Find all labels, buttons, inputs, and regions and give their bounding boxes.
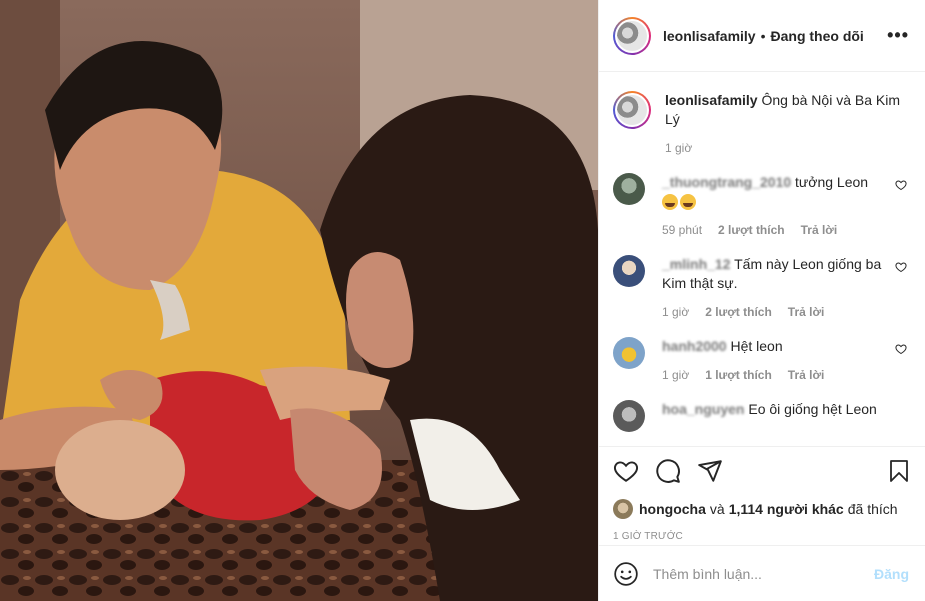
laughing-emoji-icon bbox=[680, 194, 696, 211]
post-timestamp[interactable]: 1 GIỜ TRƯỚC bbox=[613, 531, 911, 542]
caption-avatar[interactable] bbox=[613, 91, 651, 129]
comment-like-heart-icon[interactable] bbox=[895, 179, 907, 191]
comment-time[interactable]: 1 giờ bbox=[662, 305, 689, 319]
reply-button[interactable]: Trả lời bbox=[788, 305, 825, 319]
comment-likes[interactable]: 1 lượt thích bbox=[705, 368, 772, 382]
commenter-avatar[interactable] bbox=[613, 400, 645, 432]
comment-username[interactable]: hoa_nguyen bbox=[662, 401, 744, 417]
heart-icon[interactable] bbox=[613, 458, 639, 484]
comment-item: hoa_nguyen Eo ôi giống hệt Leon bbox=[613, 400, 909, 432]
caption-time[interactable]: 1 giờ bbox=[665, 141, 692, 155]
likes-suffix: đã thích bbox=[847, 501, 898, 517]
comment-time[interactable]: 1 giờ bbox=[662, 368, 689, 382]
liker-avatar[interactable] bbox=[613, 499, 633, 519]
laughing-emoji-icon bbox=[662, 194, 678, 211]
comment-input[interactable] bbox=[653, 565, 874, 582]
header-separator: • bbox=[760, 27, 766, 44]
comment-likes[interactable]: 2 lượt thích bbox=[718, 223, 785, 237]
family-photo-illustration bbox=[0, 0, 598, 601]
comment-username[interactable]: _thuongtrang_2010 bbox=[662, 174, 791, 190]
reply-button[interactable]: Trả lời bbox=[788, 368, 825, 382]
first-liker-username[interactable]: hongocha bbox=[639, 501, 706, 517]
comment-like-heart-icon[interactable] bbox=[895, 343, 907, 355]
post-photo[interactable] bbox=[0, 0, 598, 601]
share-icon[interactable] bbox=[697, 458, 723, 484]
comment-username[interactable]: _mlinh_12 bbox=[662, 256, 730, 272]
caption-username[interactable]: leonlisafamily bbox=[665, 92, 758, 108]
likes-summary: hongocha và 1,114 người khác đã thích bbox=[613, 499, 911, 519]
comment-likes[interactable]: 2 lượt thích bbox=[705, 305, 772, 319]
reply-button[interactable]: Trả lời bbox=[801, 223, 838, 237]
bookmark-icon[interactable] bbox=[887, 458, 911, 484]
comment-icon[interactable] bbox=[655, 458, 681, 484]
commenter-avatar[interactable] bbox=[613, 173, 645, 205]
comment-text: Hệt leon bbox=[730, 338, 783, 354]
comment-text: tưởng Leon bbox=[795, 174, 869, 190]
comment-time[interactable]: 59 phút bbox=[662, 223, 702, 237]
commenter-avatar[interactable] bbox=[613, 337, 645, 369]
author-avatar[interactable] bbox=[613, 16, 651, 55]
comment-text: Eo ôi giống hệt Leon bbox=[748, 401, 877, 417]
post-caption: leonlisafamily Ông bà Nội và Ba Kim Lý 1… bbox=[613, 73, 909, 155]
post-comment-button[interactable]: Đăng bbox=[874, 566, 909, 582]
likes-connector: và bbox=[709, 501, 725, 517]
more-options-icon[interactable]: ••• bbox=[887, 25, 909, 46]
comment-item: _thuongtrang_2010 tưởng Leon 59 phút 2 l… bbox=[613, 173, 909, 237]
comments-list[interactable]: leonlisafamily Ông bà Nội và Ba Kim Lý 1… bbox=[599, 73, 925, 445]
comment-item: _mlinh_12 Tấm này Leon giống ba Kim thật… bbox=[613, 255, 909, 319]
comment-like-heart-icon[interactable] bbox=[895, 261, 907, 273]
post-actions: hongocha và 1,114 người khác đã thích 1 … bbox=[599, 446, 925, 542]
add-comment-bar: Đăng bbox=[599, 545, 925, 601]
comment-username[interactable]: hanh2000 bbox=[662, 338, 727, 354]
post-side-panel: leonlisafamily • Đang theo dõi ••• leonl… bbox=[598, 0, 925, 601]
instagram-post: leonlisafamily • Đang theo dõi ••• leonl… bbox=[0, 0, 925, 601]
comment-item: hanh2000 Hệt leon 1 giờ 1 lượt thích Trả… bbox=[613, 337, 909, 382]
follow-status-button[interactable]: Đang theo dõi bbox=[771, 28, 864, 44]
emoji-icon[interactable] bbox=[613, 561, 639, 587]
commenter-avatar[interactable] bbox=[613, 255, 645, 287]
other-likers-count[interactable]: 1,114 người khác bbox=[729, 501, 844, 517]
author-username[interactable]: leonlisafamily bbox=[663, 28, 756, 44]
post-header: leonlisafamily • Đang theo dõi ••• bbox=[599, 0, 925, 72]
